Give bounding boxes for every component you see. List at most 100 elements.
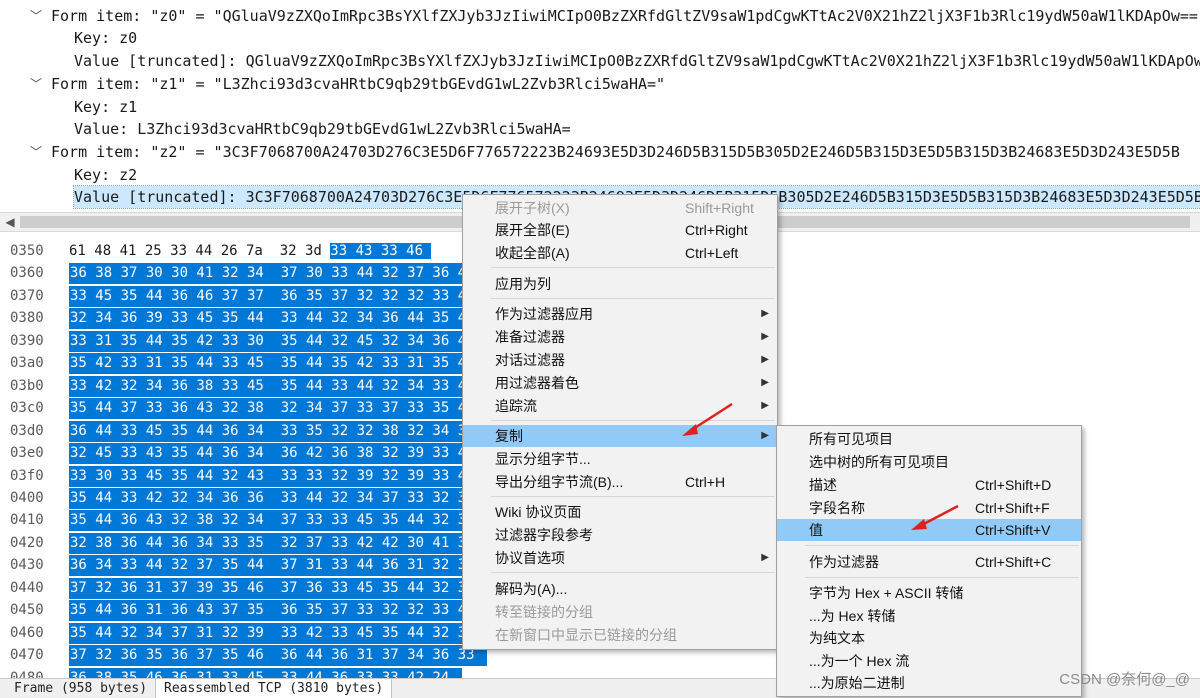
submenu-item-as-raw-binary[interactable]: ...为原始二进制 (777, 672, 1081, 694)
hex-offset: 0370 (10, 287, 44, 304)
tree-node-leaf[interactable]: Value: L3Zhci93d3cvaHRtbC9qb29tbGEvdG1wL… (0, 118, 1200, 140)
hex-bytes-selected: 33 43 33 46 (330, 243, 432, 259)
submenu-item-all-visible[interactable]: 所有可见项目 (777, 428, 1081, 450)
submenu-arrow-icon: ▶ (761, 331, 769, 342)
tree-node-text: Form item: "z1" = "L3Zhci93d3cvaHRtbC9qb… (51, 75, 666, 93)
submenu-item-as-filter[interactable]: 作为过滤器 Ctrl+Shift+C (777, 551, 1081, 573)
tree-node-leaf[interactable]: Key: z0 (0, 27, 1200, 49)
watermark: CSDN @奈何@_@ (1059, 671, 1190, 688)
tree-node-text: Form item: "z0" = "QGluaV9zZXQoImRpc3BsY… (51, 7, 1200, 25)
hex-bytes[interactable]: 35 44 36 43 32 38 32 34 37 33 33 45 35 4… (69, 510, 488, 532)
chevron-down-icon[interactable]: ﹀ (30, 141, 42, 163)
annotation-arrow-value (911, 504, 959, 530)
hex-offset: 0400 (10, 489, 44, 506)
hex-bytes[interactable]: 36 38 37 30 30 41 32 34 37 30 33 44 32 3… (69, 263, 488, 285)
tree-node-form-item[interactable]: ﹀ Form item: "z1" = "L3Zhci93d3cvaHRtbC9q… (0, 73, 1200, 95)
submenu-item-as-hex-dump[interactable]: ...为 Hex 转储 (777, 605, 1081, 627)
hex-bytes[interactable]: 33 31 35 44 35 42 33 30 35 44 32 45 32 3… (69, 330, 488, 352)
hex-bytes[interactable]: 36 34 33 44 32 37 35 44 37 31 33 44 36 3… (69, 555, 488, 577)
submenu-item-as-plain-text[interactable]: 为纯文本 (777, 627, 1081, 649)
submenu-item-description[interactable]: 描述 Ctrl+Shift+D (777, 474, 1081, 496)
menu-item-export-packet-bytes[interactable]: 导出分组字节流(B)... Ctrl+H (463, 471, 777, 493)
tree-node-text: Form item: "z2" = "3C3F7068700A24703D276… (51, 143, 1180, 161)
tree-node-leaf[interactable]: Key: z2 (0, 164, 1200, 186)
menu-item-colorize-filter[interactable]: 用过滤器着色 ▶ (463, 372, 777, 394)
tab-frame[interactable]: Frame (958 bytes) (6, 679, 155, 698)
menu-item-show-linked-new-window[interactable]: 在新窗口中显示已链接的分组 (463, 624, 777, 646)
scroll-left-arrow-icon[interactable]: ◀ (3, 213, 17, 231)
menu-item-collapse-all[interactable]: 收起全部(A) Ctrl+Left (463, 242, 777, 264)
submenu-item-as-hex-stream[interactable]: ...为一个 Hex 流 (777, 650, 1081, 672)
hex-offset: 0380 (10, 310, 44, 327)
tree-node-text: Key: z2 (74, 166, 138, 184)
hex-bytes[interactable]: 37 32 36 31 37 39 35 46 37 36 33 45 35 4… (69, 577, 488, 599)
tree-node-text: Key: z0 (74, 29, 138, 47)
menu-separator (491, 298, 775, 299)
submenu-arrow-icon: ▶ (761, 430, 769, 441)
menu-separator (805, 577, 1079, 578)
tree-node-leaf[interactable]: Key: z1 (0, 96, 1200, 118)
submenu-arrow-icon: ▶ (761, 552, 769, 563)
chevron-down-icon[interactable]: ﹀ (30, 73, 42, 95)
hex-offset: 0390 (10, 332, 44, 349)
hex-bytes[interactable]: 32 38 36 44 36 34 33 35 32 37 33 42 42 3… (69, 532, 488, 554)
submenu-item-all-visible-selected-tree[interactable]: 选中树的所有可见项目 (777, 451, 1081, 473)
packet-details-tree[interactable]: ﹀ Form item: "z0" = "QGluaV9zZXQoImRpc3Bs… (0, 0, 1200, 212)
hex-offset: 0350 (10, 243, 44, 259)
menu-item-expand-all[interactable]: 展开全部(E) Ctrl+Right (463, 219, 777, 241)
annotation-arrow-copy (682, 402, 733, 436)
hex-offset: 0430 (10, 557, 44, 574)
menu-item-conversation-filter[interactable]: 对话过滤器 ▶ (463, 349, 777, 371)
hex-offset: 03e0 (10, 445, 44, 462)
tree-node-form-item[interactable]: ﹀ Form item: "z2" = "3C3F7068700A24703D27… (0, 141, 1200, 163)
menu-separator (491, 496, 775, 497)
hex-bytes[interactable]: 35 44 32 34 37 31 32 39 33 42 33 45 35 4… (69, 622, 488, 644)
menu-item-prepare-filter[interactable]: 准备过滤器 ▶ (463, 326, 777, 348)
hex-bytes[interactable]: 35 42 33 31 35 44 33 45 35 44 35 42 33 3… (69, 353, 488, 375)
menu-item-expand-subtrees[interactable]: 展开子树(X) Shift+Right (463, 197, 777, 219)
hex-bytes[interactable]: 35 44 37 33 36 43 32 38 32 34 37 33 37 3… (69, 398, 488, 420)
hex-offset: 03d0 (10, 422, 44, 439)
tree-node-text: Key: z1 (74, 98, 138, 116)
hex-offset: 0480 (10, 669, 44, 678)
hex-bytes[interactable]: 36 44 33 45 35 44 36 34 33 35 32 32 38 3… (69, 420, 488, 442)
hex-bytes[interactable]: 36 38 35 46 36 31 33 45 33 44 36 33 33 4… (69, 667, 462, 678)
menu-item-go-to-linked-packet[interactable]: 转至链接的分组 (463, 601, 777, 623)
menu-item-decode-as[interactable]: 解码为(A)... (463, 578, 777, 600)
hex-offset: 0450 (10, 602, 44, 619)
hex-bytes[interactable]: 35 44 36 31 36 43 37 35 36 35 37 33 32 3… (69, 600, 488, 622)
tree-node-form-item[interactable]: ﹀ Form item: "z0" = "QGluaV9zZXQoImRpc3Bs… (0, 5, 1200, 27)
hex-bytes[interactable]: 33 45 35 44 36 46 37 37 36 35 37 32 32 3… (69, 285, 488, 307)
menu-item-filter-field-reference[interactable]: 过滤器字段参考 (463, 524, 777, 546)
tree-node-text: Value [truncated]: QGluaV9zZXQoImRpc3BsY… (74, 52, 1200, 70)
hex-bytes[interactable]: 35 44 33 42 32 34 36 36 33 44 32 34 37 3… (69, 487, 488, 509)
tree-node-text: Value: L3Zhci93d3cvaHRtbC9qb29tbGEvdG1wL… (74, 120, 571, 138)
chevron-down-icon[interactable]: ﹀ (30, 5, 42, 27)
hex-offset: 0360 (10, 265, 44, 282)
hex-offset: 0470 (10, 647, 44, 664)
menu-item-apply-as-column[interactable]: 应用为列 (463, 273, 777, 295)
hex-bytes[interactable]: 33 30 33 45 35 44 32 43 33 33 32 39 32 3… (69, 465, 488, 487)
hex-bytes[interactable]: 61 48 41 25 33 44 26 7a 32 3d 33 43 33 4… (69, 241, 432, 262)
tree-node-leaf[interactable]: Value [truncated]: QGluaV9zZXQoImRpc3BsY… (0, 50, 1200, 72)
hex-offset: 03c0 (10, 400, 44, 417)
hex-bytes[interactable]: 33 42 32 34 36 38 33 45 35 44 33 44 32 3… (69, 375, 488, 397)
tab-reassembled-tcp[interactable]: Reassembled TCP (3810 bytes) (155, 679, 393, 698)
hex-offset: 03b0 (10, 377, 44, 394)
hex-offset: 0420 (10, 534, 44, 551)
submenu-arrow-icon: ▶ (761, 354, 769, 365)
menu-item-protocol-preferences[interactable]: 协议首选项 ▶ (463, 547, 777, 569)
submenu-arrow-icon: ▶ (761, 308, 769, 319)
menu-item-wiki-page[interactable]: Wiki 协议页面 (463, 501, 777, 523)
submenu-item-bytes-hex-ascii[interactable]: 字节为 Hex + ASCII 转储 (777, 582, 1081, 604)
hex-bytes[interactable]: 37 32 36 35 36 37 35 46 36 44 36 31 37 3… (69, 645, 488, 667)
hex-bytes-unselected: 61 48 41 25 33 44 26 7a 32 3d (69, 243, 331, 259)
submenu-arrow-icon: ▶ (761, 400, 769, 411)
hex-bytes[interactable]: 32 34 36 39 33 45 35 44 33 44 32 34 36 4… (69, 308, 488, 330)
menu-item-show-packet-bytes[interactable]: 显示分组字节... (463, 448, 777, 470)
menu-separator (491, 572, 775, 573)
menu-item-apply-as-filter[interactable]: 作为过滤器应用 ▶ (463, 303, 777, 325)
hex-bytes[interactable]: 32 45 33 43 35 44 36 34 36 42 36 38 32 3… (69, 443, 488, 465)
hex-offset: 03a0 (10, 355, 44, 372)
hex-offset: 0460 (10, 624, 44, 641)
